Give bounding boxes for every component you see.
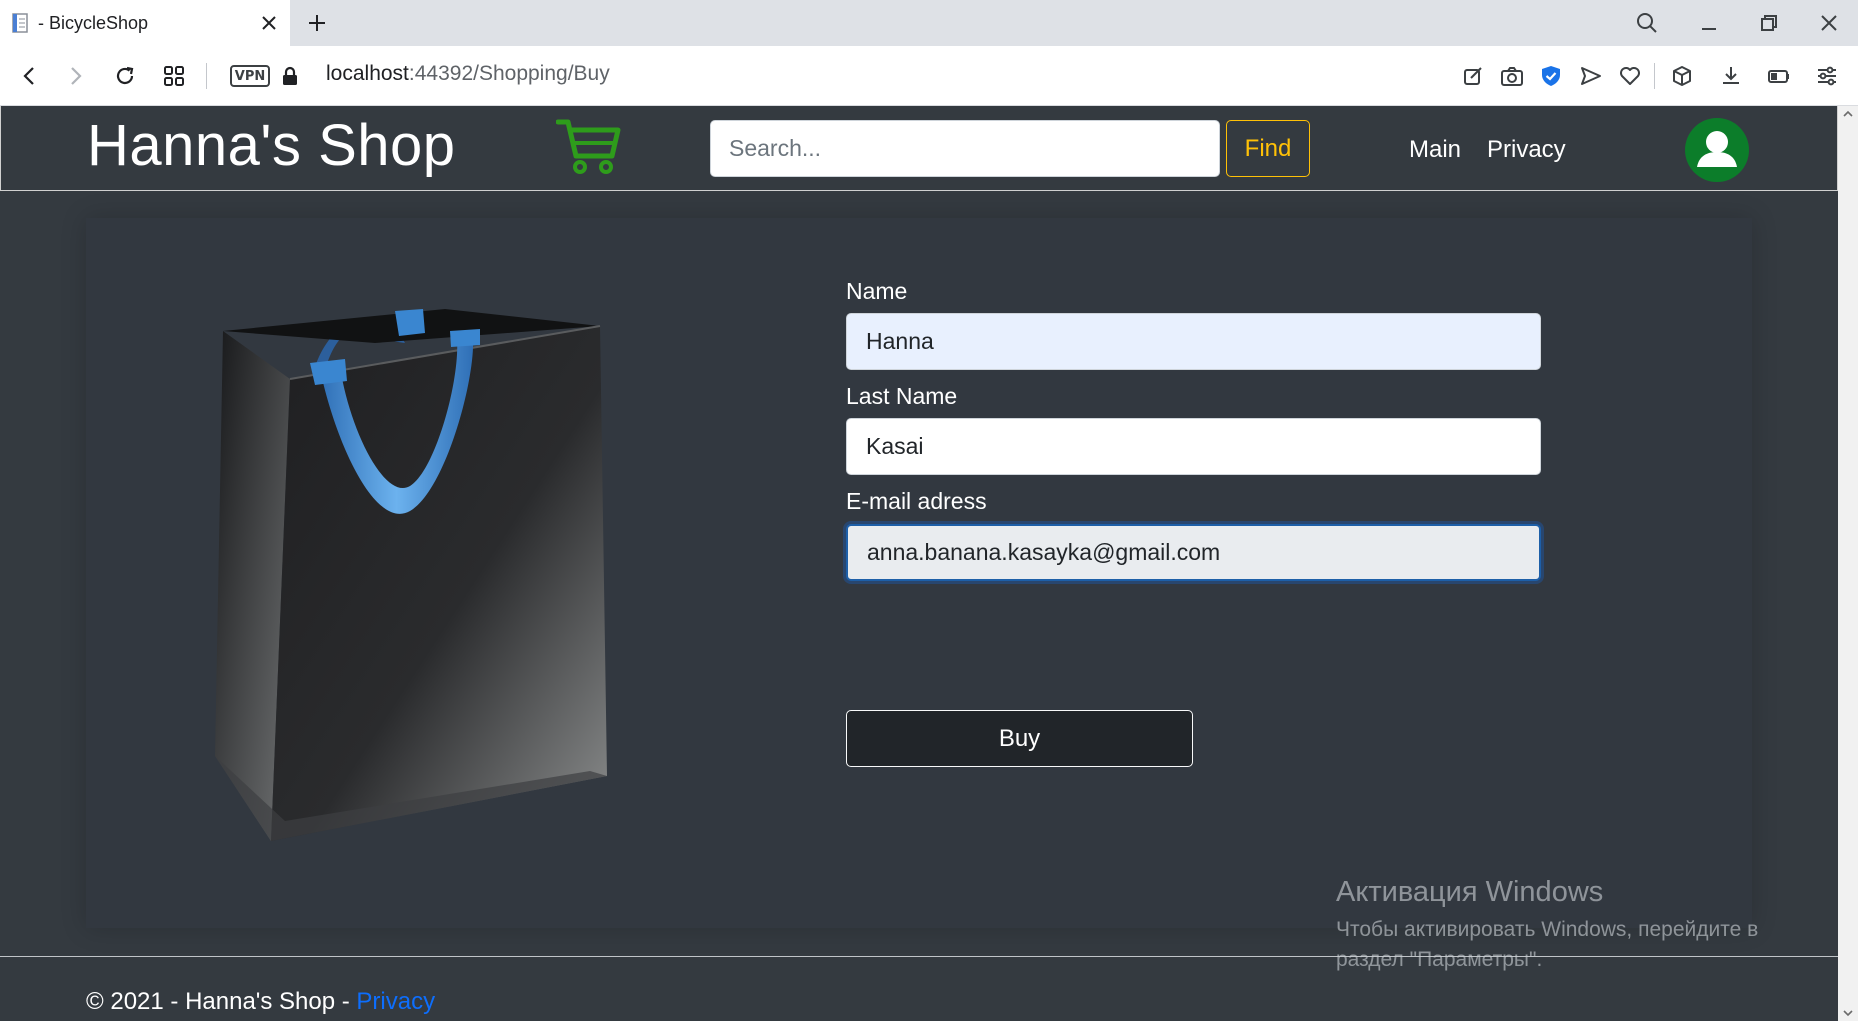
snap-edit-icon[interactable] xyxy=(1456,59,1490,93)
find-button[interactable]: Find xyxy=(1226,120,1310,177)
tab-title: - BicycleShop xyxy=(38,12,149,33)
vpn-badge[interactable]: VPN xyxy=(230,65,270,87)
footer: © 2021 - Hanna's Shop - Privacy xyxy=(86,988,435,1016)
separator xyxy=(1654,63,1655,89)
email-input[interactable]: anna.banana.kasayka@gmail.com xyxy=(846,524,1541,581)
url-field[interactable]: localhost:44392/Shopping/Buy xyxy=(326,62,610,86)
page-scrollbar[interactable] xyxy=(1838,106,1858,1021)
easy-setup-icon[interactable] xyxy=(1810,59,1844,93)
send-icon[interactable] xyxy=(1574,59,1608,93)
download-icon[interactable] xyxy=(1714,59,1748,93)
page-favicon-icon xyxy=(10,12,32,34)
windows-activation-watermark: Активация Windows Чтобы активировать Win… xyxy=(1336,876,1758,975)
camera-icon[interactable] xyxy=(1495,59,1529,93)
shield-icon[interactable] xyxy=(1534,59,1568,93)
close-window-icon[interactable] xyxy=(1812,6,1846,40)
back-icon[interactable] xyxy=(13,59,47,93)
new-tab-icon[interactable] xyxy=(302,8,332,38)
activation-line2: раздел "Параметры". xyxy=(1336,948,1543,971)
activation-line1: Чтобы активировать Windows, перейдите в xyxy=(1336,918,1759,941)
user-avatar-icon[interactable] xyxy=(1684,117,1750,183)
site-brand[interactable]: Hanna's Shop xyxy=(87,112,456,179)
nav-link-main[interactable]: Main xyxy=(1409,136,1461,164)
browser-search-icon[interactable] xyxy=(1630,6,1664,40)
lastname-input[interactable]: Kasai xyxy=(846,418,1541,475)
nav-link-privacy[interactable]: Privacy xyxy=(1487,136,1566,164)
restore-icon[interactable] xyxy=(1752,6,1786,40)
extensions-cube-icon[interactable] xyxy=(1665,59,1699,93)
site-navbar: Hanna's Shop Search... Find Main Privacy xyxy=(0,106,1838,191)
name-label: Name xyxy=(846,278,908,304)
close-tab-icon[interactable] xyxy=(254,8,284,38)
reload-icon[interactable] xyxy=(108,59,142,93)
battery-saver-icon[interactable] xyxy=(1762,59,1796,93)
browser-tabbar: - BicycleShop xyxy=(0,0,1858,46)
lock-icon[interactable] xyxy=(273,59,307,93)
buy-button[interactable]: Buy xyxy=(846,710,1193,767)
activation-title: Активация Windows xyxy=(1336,876,1604,908)
heart-icon[interactable] xyxy=(1613,59,1647,93)
scroll-down-icon[interactable] xyxy=(1842,1007,1854,1019)
footer-copyright: © 2021 - Hanna's Shop - xyxy=(86,988,357,1015)
lastname-label: Last Name xyxy=(846,383,958,409)
separator xyxy=(206,63,207,89)
email-label: E-mail adress xyxy=(846,488,987,514)
name-input[interactable]: Hanna xyxy=(846,313,1541,370)
url-path: :44392/Shopping/Buy xyxy=(408,62,610,85)
browser-addressbar: VPN localhost:44392/Shopping/Buy xyxy=(0,46,1858,106)
forward-icon[interactable] xyxy=(58,59,92,93)
page-content: Hanna's Shop Search... Find Main Privacy xyxy=(0,106,1838,1021)
url-host: localhost xyxy=(326,62,409,85)
scroll-up-icon[interactable] xyxy=(1842,108,1854,120)
minimize-icon[interactable] xyxy=(1692,6,1726,40)
search-input[interactable]: Search... xyxy=(710,120,1220,177)
shopping-cart-icon[interactable] xyxy=(555,116,622,176)
footer-privacy-link[interactable]: Privacy xyxy=(356,988,435,1015)
speed-dial-icon[interactable] xyxy=(157,59,191,93)
browser-tab[interactable]: - BicycleShop xyxy=(0,0,290,46)
shopping-bag-image xyxy=(195,281,615,861)
